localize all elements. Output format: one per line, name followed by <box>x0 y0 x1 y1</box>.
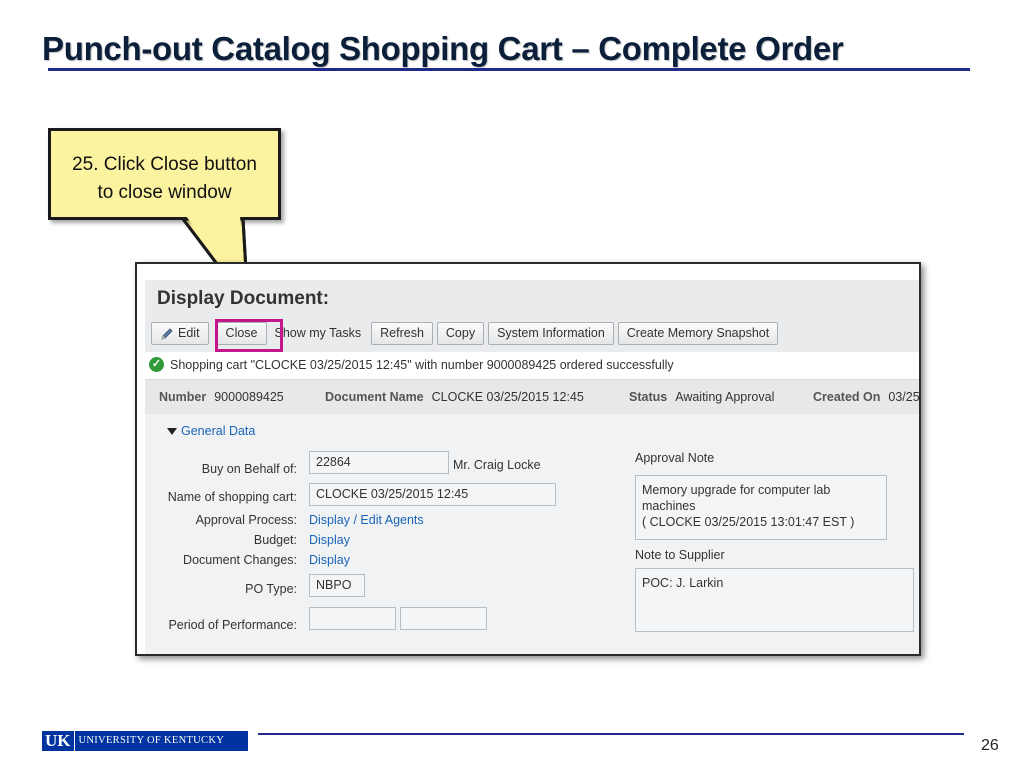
document-name-value: CLOCKE 03/25/2015 12:45 <box>431 390 584 404</box>
system-information-button[interactable]: System Information <box>488 322 614 345</box>
created-on-value: 03/25 <box>888 390 920 404</box>
buy-on-behalf-label: Buy on Behalf of: <box>201 462 297 476</box>
period-from-field[interactable] <box>309 607 396 630</box>
display-edit-agents-link[interactable]: Display / Edit Agents <box>309 513 424 527</box>
uk-logo-text: UNIVERSITY OF KENTUCKY <box>73 731 248 751</box>
triangle-down-icon <box>167 427 177 435</box>
po-type-field[interactable]: NBPO <box>309 574 365 597</box>
buy-on-behalf-field[interactable]: 22864 <box>309 451 449 474</box>
general-data-label: General Data <box>181 424 256 438</box>
uk-logo-mark: UK <box>42 731 74 751</box>
po-type-label: PO Type: <box>245 582 297 596</box>
check-circle-icon: ✓ <box>149 357 164 372</box>
number-label: Number <box>159 390 207 404</box>
approval-note-line-1: Memory upgrade for computer lab <box>642 483 831 497</box>
status-info: Status Awaiting Approval <box>629 390 774 404</box>
footer-rule <box>258 733 964 735</box>
document-changes-label: Document Changes: <box>183 553 297 567</box>
note-to-supplier-field[interactable]: POC: J. Larkin <box>635 568 914 632</box>
budget-label: Budget: <box>253 533 297 547</box>
create-memory-snapshot-button[interactable]: Create Memory Snapshot <box>617 322 779 345</box>
copy-button[interactable]: Copy <box>436 322 485 345</box>
document-changes-display-link[interactable]: Display <box>309 553 350 567</box>
instruction-callout: 25. Click Close button to close window <box>48 128 281 220</box>
period-to-field[interactable] <box>400 607 487 630</box>
status-label: Status <box>629 390 668 404</box>
general-data-toggle[interactable]: General Data <box>167 424 255 438</box>
refresh-button[interactable]: Refresh <box>371 322 433 345</box>
close-button-highlight <box>215 319 283 352</box>
document-name-info: Document Name CLOCKE 03/25/2015 12:45 <box>325 390 584 404</box>
period-of-performance-label: Period of Performance: <box>168 618 297 632</box>
sap-document-window: Display Document: Edit Close Show my Tas… <box>135 262 921 656</box>
edit-button[interactable]: Edit <box>151 322 209 345</box>
approval-note-line-2: machines <box>642 499 696 513</box>
callout-line-2: to close window <box>97 182 232 203</box>
approval-note-line-3: ( CLOCKE 03/25/2015 13:01:47 EST ) <box>642 515 855 529</box>
number-value: 9000089425 <box>214 390 284 404</box>
slide-title: Punch-out Catalog Shopping Cart – Comple… <box>42 30 844 67</box>
cart-name-field[interactable]: CLOCKE 03/25/2015 12:45 <box>309 483 556 506</box>
document-name-label: Document Name <box>325 390 424 404</box>
title-underline <box>48 68 970 71</box>
status-value: Awaiting Approval <box>675 390 775 404</box>
created-on-info: Created On 03/25 <box>813 390 920 404</box>
callout-line-1: 25. Click Close button <box>72 154 257 175</box>
note-to-supplier-label: Note to Supplier <box>635 548 725 562</box>
university-logo: UK UNIVERSITY OF KENTUCKY <box>42 731 248 751</box>
buy-on-behalf-name: Mr. Craig Locke <box>453 458 541 472</box>
success-message: ✓ Shopping cart "CLOCKE 03/25/2015 12:45… <box>149 357 674 372</box>
success-message-text: Shopping cart "CLOCKE 03/25/2015 12:45" … <box>170 357 674 372</box>
page-number: 26 <box>981 737 999 754</box>
budget-display-link[interactable]: Display <box>309 533 350 547</box>
number-info: Number 9000089425 <box>159 390 284 404</box>
show-my-tasks-button[interactable]: Show my Tasks <box>275 322 368 345</box>
edit-button-label: Edit <box>178 326 200 340</box>
document-title: Display Document: <box>157 288 330 309</box>
approval-process-label: Approval Process: <box>195 513 297 527</box>
approval-note-field[interactable]: Memory upgrade for computer lab machines… <box>635 475 887 540</box>
cart-name-label: Name of shopping cart: <box>167 490 297 504</box>
created-on-label: Created On <box>813 390 881 404</box>
pencil-icon <box>161 327 173 340</box>
approval-note-label: Approval Note <box>635 451 715 465</box>
